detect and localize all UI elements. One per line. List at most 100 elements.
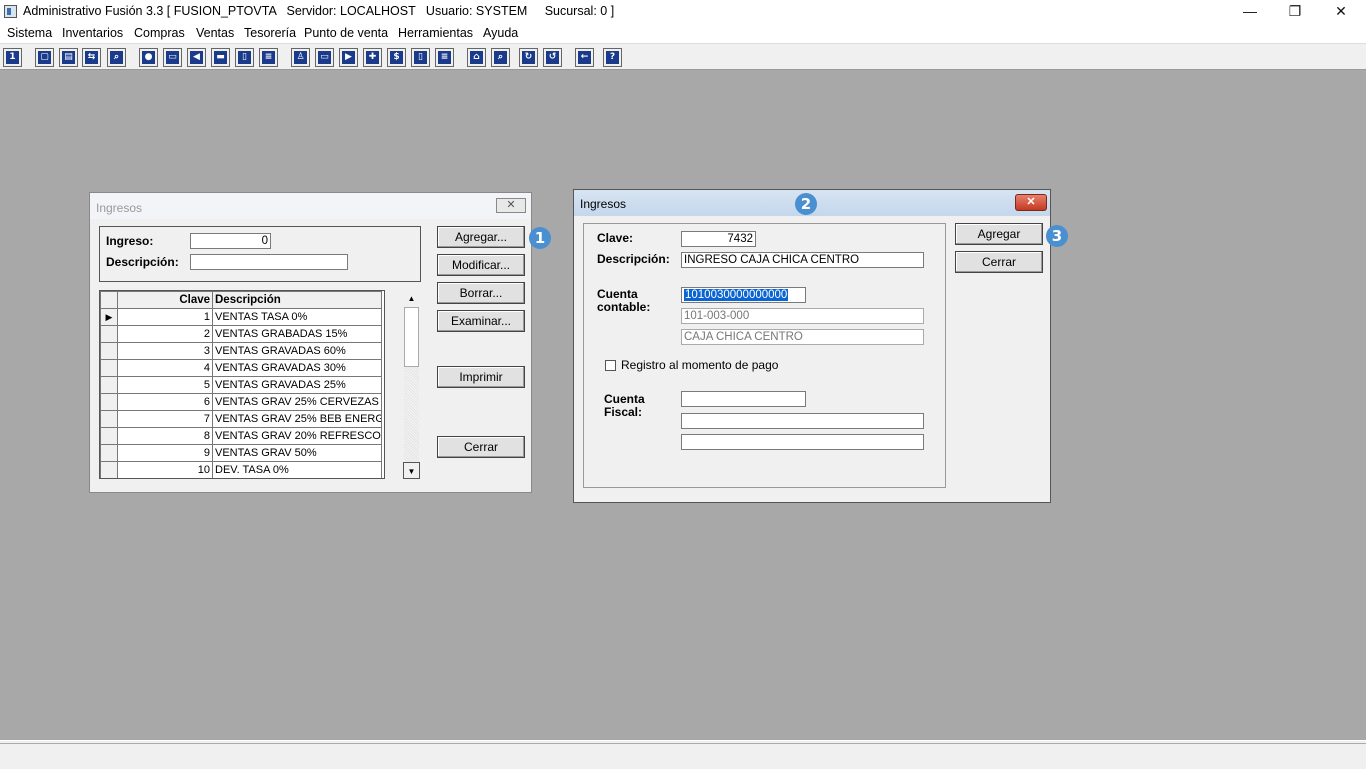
scroll-thumb[interactable]: [404, 307, 419, 367]
descripcion-label: Descripción:: [106, 255, 179, 269]
print-icon[interactable]: ▬: [211, 48, 230, 67]
dialog-title-bar[interactable]: Ingresos ✕: [90, 193, 531, 219]
imprimir-button[interactable]: Imprimir: [437, 366, 525, 388]
menu-punto-de-venta[interactable]: Punto de venta: [304, 26, 388, 40]
refresh-icon[interactable]: ↻: [519, 48, 538, 67]
people-icon[interactable]: ♙: [291, 48, 310, 67]
search-doc-icon[interactable]: ⌕: [107, 48, 126, 67]
table-row[interactable]: 7VENTAS GRAV 25% BEB ENERGIZA: [100, 410, 382, 428]
home-icon[interactable]: ⌂: [467, 48, 486, 67]
menu-bar: Sistema Inventarios Compras Ventas Tesor…: [0, 24, 1366, 44]
table-row[interactable]: 9 VENTAS GRAV 50%: [100, 444, 382, 462]
examinar-button[interactable]: Examinar...: [437, 310, 525, 332]
ingresos-grid[interactable]: Clave Descripción ▶ 1 VENTAS TASA 0% 2 VENT…: [99, 290, 385, 479]
column-header-descripcion[interactable]: Descripción: [212, 291, 382, 309]
cell-clave[interactable]: 10: [117, 461, 213, 478]
cuenta-contable-nombre: CAJA CHICA CENTRO: [681, 329, 924, 345]
cerrar-button[interactable]: Cerrar: [437, 436, 525, 458]
agregar-button[interactable]: Agregar...: [437, 226, 525, 248]
grid-scrollbar[interactable]: ▲ ▼: [403, 290, 420, 479]
cell-clave[interactable]: 6: [117, 393, 213, 411]
cell-descripcion[interactable]: VENTAS TASA 0%: [212, 308, 382, 326]
clave-input[interactable]: 7432: [681, 231, 756, 247]
cuenta-contable-label-2: contable:: [597, 300, 651, 314]
close-icon[interactable]: ✕: [496, 198, 526, 213]
minimize-button[interactable]: —: [1227, 0, 1273, 24]
export-icon[interactable]: ▶: [339, 48, 358, 67]
zoom-icon[interactable]: ⌕: [491, 48, 510, 67]
registro-checkbox[interactable]: [605, 360, 616, 371]
cell-descripcion[interactable]: VENTAS GRAVADAS 60%: [212, 342, 382, 360]
modificar-button[interactable]: Modificar...: [437, 254, 525, 276]
cerrar-button[interactable]: Cerrar: [955, 251, 1043, 273]
column-header-clave[interactable]: Clave: [117, 291, 213, 309]
cell-clave[interactable]: 5: [117, 376, 213, 394]
cuenta-contable-input[interactable]: 1010030000000000: [681, 287, 806, 303]
cell-clave[interactable]: 4: [117, 359, 213, 377]
menu-inventarios[interactable]: Inventarios: [62, 26, 123, 40]
cell-clave[interactable]: 9: [117, 444, 213, 462]
cell-descripcion[interactable]: VENTAS GRAV 50%: [212, 444, 382, 462]
cell-descripcion[interactable]: VENTAS GRAV 20% REFRESCO: [212, 427, 382, 445]
cell-clave[interactable]: 7: [117, 410, 213, 428]
cell-descripcion[interactable]: VENTAS GRAV 25% BEB ENERGIZA: [212, 410, 382, 428]
row-indicator: [100, 444, 118, 462]
table-row[interactable]: 8 VENTAS GRAV 20% REFRESCO: [100, 427, 382, 445]
scroll-down-icon[interactable]: ▼: [403, 462, 420, 479]
cell-clave[interactable]: 2: [117, 325, 213, 343]
cell-descripcion[interactable]: VENTAS GRAVADAS 30%: [212, 359, 382, 377]
table-row[interactable]: 3 VENTAS GRAVADAS 60%: [100, 342, 382, 360]
dollar-icon[interactable]: $: [387, 48, 406, 67]
cell-clave[interactable]: 1: [117, 308, 213, 326]
doc2-icon[interactable]: ▯: [411, 48, 430, 67]
cell-descripcion[interactable]: VENTAS GRABADAS 15%: [212, 325, 382, 343]
descripcion-input[interactable]: [190, 254, 348, 270]
menu-sistema[interactable]: Sistema: [7, 26, 52, 40]
menu-compras[interactable]: Compras: [134, 26, 185, 40]
clipboard-icon[interactable]: ▤: [59, 48, 78, 67]
scroll-up-icon[interactable]: ▲: [403, 290, 420, 307]
menu-herramientas[interactable]: Herramientas: [398, 26, 473, 40]
borrar-button[interactable]: Borrar...: [437, 282, 525, 304]
list-icon[interactable]: ≡: [259, 48, 278, 67]
table-icon[interactable]: ≡: [435, 48, 454, 67]
table-row[interactable]: 2 VENTAS GRABADAS 15%: [100, 325, 382, 343]
table-row[interactable]: ▶ 1 VENTAS TASA 0%: [100, 308, 382, 326]
help-icon[interactable]: ?: [603, 48, 622, 67]
close-button[interactable]: ✕: [1318, 0, 1364, 24]
title-bar: Administrativo Fusión 3.3 [ FUSION_PTOVT…: [0, 0, 1366, 24]
window-icon[interactable]: ▢: [35, 48, 54, 67]
table-row[interactable]: 6 VENTAS GRAV 25% CERVEZAS: [100, 393, 382, 411]
restore-button[interactable]: ❐: [1272, 0, 1318, 24]
cell-clave[interactable]: 8: [117, 427, 213, 445]
ingreso-input[interactable]: 0: [190, 233, 271, 249]
receive-icon[interactable]: ◀: [187, 48, 206, 67]
row-indicator: [100, 342, 118, 360]
table-row[interactable]: 5 VENTAS GRAVADAS 25%: [100, 376, 382, 394]
calculator-icon[interactable]: 1: [3, 48, 22, 67]
folder-icon[interactable]: ▭: [163, 48, 182, 67]
cell-descripcion[interactable]: DEV. TASA 0%: [212, 461, 382, 478]
table-row[interactable]: 4 VENTAS GRAVADAS 30%: [100, 359, 382, 377]
undo-icon[interactable]: ↺: [543, 48, 562, 67]
scroll-track[interactable]: [404, 367, 419, 462]
table-row[interactable]: 10 DEV. TASA 0%: [100, 461, 382, 478]
registro-label[interactable]: Registro al momento de pago: [621, 358, 778, 372]
app-icon[interactable]: [4, 5, 17, 18]
user-icon[interactable]: ●: [139, 48, 158, 67]
cell-descripcion[interactable]: VENTAS GRAVADAS 25%: [212, 376, 382, 394]
cell-clave[interactable]: 3: [117, 342, 213, 360]
back-icon[interactable]: ←: [575, 48, 594, 67]
box-icon[interactable]: ▭: [315, 48, 334, 67]
document-icon[interactable]: ▯: [235, 48, 254, 67]
menu-ayuda[interactable]: Ayuda: [483, 26, 518, 40]
close-icon[interactable]: ✕: [1015, 194, 1047, 211]
descripcion-input[interactable]: INGRESO CAJA CHICA CENTRO: [681, 252, 924, 268]
add-icon[interactable]: ✚: [363, 48, 382, 67]
cuenta-fiscal-input[interactable]: [681, 391, 806, 407]
menu-ventas[interactable]: Ventas: [196, 26, 234, 40]
agregar-button[interactable]: Agregar: [955, 223, 1043, 245]
cell-descripcion[interactable]: VENTAS GRAV 25% CERVEZAS: [212, 393, 382, 411]
menu-tesoreria[interactable]: Tesorería: [244, 26, 296, 40]
transfer-icon[interactable]: ⇆: [82, 48, 101, 67]
